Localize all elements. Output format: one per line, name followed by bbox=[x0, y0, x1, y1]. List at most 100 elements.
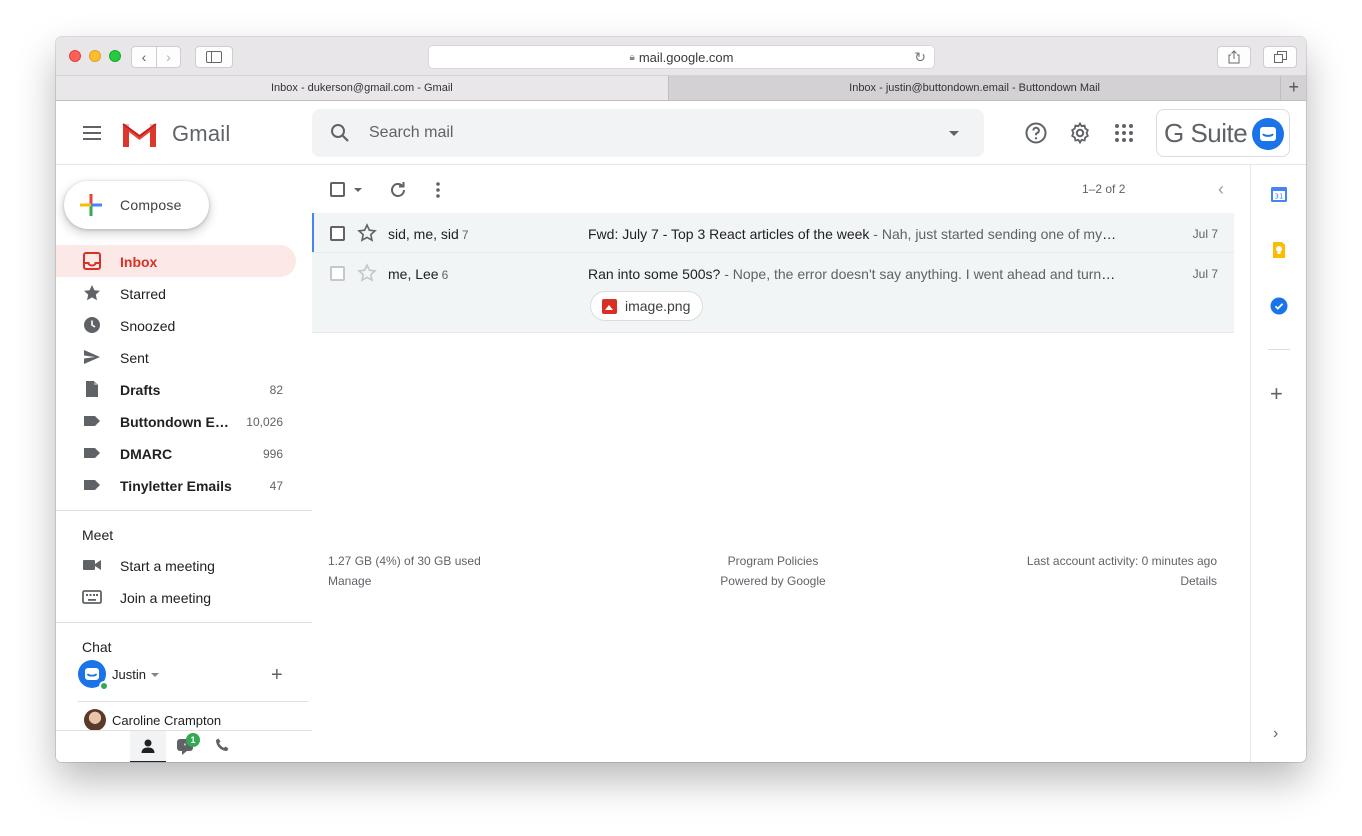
search-icon[interactable] bbox=[330, 123, 350, 143]
address-bar[interactable]: 🔒︎ mail.google.com ↻ bbox=[428, 45, 935, 69]
back-icon[interactable]: ‹ bbox=[132, 47, 156, 67]
phone-tab[interactable] bbox=[204, 731, 240, 762]
sidebar-item-snoozed[interactable]: Snoozed bbox=[56, 309, 296, 341]
keyboard-icon bbox=[82, 590, 102, 604]
sidebar-item-sent[interactable]: Sent bbox=[56, 341, 296, 373]
rail-divider bbox=[1268, 349, 1290, 350]
unread-badge: 1 bbox=[186, 733, 200, 747]
meet-section-title: Meet bbox=[82, 527, 114, 543]
tasks-icon[interactable] bbox=[1270, 297, 1288, 315]
video-camera-icon bbox=[83, 560, 101, 570]
message-list-pane: 1–2 of 2 ‹ › sid, me, sid7 Fwd: July 7 -… bbox=[312, 165, 1264, 762]
sidebar-item-label: Tinyletter Emails bbox=[120, 478, 232, 494]
select-options-chevron-down-icon[interactable] bbox=[354, 188, 362, 192]
mailbox-icon bbox=[1260, 127, 1276, 141]
sidebar-item-buttondown[interactable]: Buttondown E… 10,026 bbox=[56, 405, 296, 437]
manage-storage-link[interactable]: Manage bbox=[328, 571, 481, 591]
join-meeting-label: Join a meeting bbox=[120, 590, 212, 606]
search-bar[interactable]: Search mail bbox=[312, 109, 984, 157]
chat-contact[interactable]: Caroline Crampton bbox=[78, 701, 308, 731]
contact-name: Caroline Crampton bbox=[112, 713, 222, 728]
account-switcher[interactable]: G Suite bbox=[1156, 109, 1290, 157]
contacts-tab[interactable] bbox=[130, 731, 166, 762]
hangouts-tab-bar: " 1 bbox=[56, 730, 312, 762]
apps-grid-icon[interactable] bbox=[1112, 121, 1136, 145]
star-outline-icon[interactable] bbox=[357, 263, 377, 283]
sidebar-item-drafts[interactable]: Drafts 82 bbox=[56, 373, 296, 405]
join-meeting-item[interactable]: Join a meeting bbox=[56, 581, 296, 613]
tab-strip: Inbox - dukerson@gmail.com - Gmail Inbox… bbox=[56, 76, 1306, 101]
zoom-window-button[interactable] bbox=[109, 50, 121, 62]
help-icon[interactable] bbox=[1024, 121, 1048, 145]
sidebar-item-tinyletter[interactable]: Tinyletter Emails 47 bbox=[56, 469, 296, 501]
sidebar-item-label: Drafts bbox=[120, 382, 161, 398]
subject-text: Ran into some 500s? bbox=[588, 266, 721, 282]
storage-usage: 1.27 GB (4%) of 30 GB used bbox=[328, 554, 481, 568]
reload-icon[interactable]: ↻ bbox=[914, 49, 926, 66]
sidebar-item-inbox[interactable]: Inbox bbox=[56, 245, 296, 277]
account-avatar[interactable] bbox=[1252, 118, 1284, 150]
subject-text: Fwd: July 7 - Top 3 React articles of th… bbox=[588, 226, 870, 242]
sidebar-item-label: DMARC bbox=[120, 446, 173, 462]
new-tab-button[interactable]: + bbox=[1281, 76, 1306, 100]
message-date: Jul 7 bbox=[1192, 227, 1218, 241]
calendar-day: 31 bbox=[1275, 193, 1284, 201]
sidebar-item-starred[interactable]: Starred bbox=[56, 277, 296, 309]
compose-label: Compose bbox=[120, 197, 182, 213]
select-all-checkbox[interactable] bbox=[330, 182, 345, 197]
show-tabs-button[interactable] bbox=[1263, 46, 1297, 68]
contact-avatar bbox=[84, 709, 106, 731]
expand-panel-chevron-right-icon[interactable]: › bbox=[1273, 725, 1278, 743]
gsuite-logo: G Suite bbox=[1164, 118, 1248, 148]
label-icon bbox=[84, 416, 100, 426]
main-menu-icon[interactable] bbox=[83, 126, 101, 140]
sidebar-item-dmarc[interactable]: DMARC 996 bbox=[56, 437, 296, 469]
calendar-icon[interactable]: 31 bbox=[1270, 185, 1288, 203]
send-icon bbox=[84, 350, 100, 364]
program-policies-link[interactable]: Program Policies bbox=[708, 551, 838, 571]
sidebar-item-count: 10,026 bbox=[246, 415, 283, 429]
attachment-chip[interactable]: image.png bbox=[590, 291, 704, 321]
add-addon-plus-icon[interactable]: + bbox=[1270, 383, 1283, 405]
chevron-down-icon[interactable] bbox=[151, 673, 159, 677]
older-chevron-left-icon[interactable]: ‹ bbox=[1218, 179, 1224, 199]
tabs-overview-icon bbox=[1273, 51, 1287, 63]
browser-tab-gmail[interactable]: Inbox - dukerson@gmail.com - Gmail bbox=[56, 76, 669, 100]
more-vertical-icon[interactable] bbox=[428, 180, 448, 200]
browser-tab-buttondown[interactable]: Inbox - justin@buttondown.email - Button… bbox=[669, 76, 1282, 100]
search-input[interactable]: Search mail bbox=[369, 124, 453, 142]
star-outline-icon[interactable] bbox=[357, 223, 377, 243]
new-chat-plus-icon[interactable]: + bbox=[271, 665, 283, 685]
sidebar-item-count: 82 bbox=[269, 383, 283, 397]
row-checkbox[interactable] bbox=[330, 266, 345, 281]
gmail-logo bbox=[122, 123, 157, 147]
keep-icon[interactable] bbox=[1270, 241, 1288, 259]
minimize-window-button[interactable] bbox=[89, 50, 101, 62]
section-divider bbox=[56, 510, 312, 511]
url-text: mail.google.com bbox=[638, 49, 734, 65]
label-icon bbox=[84, 480, 100, 490]
close-window-button[interactable] bbox=[69, 50, 81, 62]
table-row[interactable]: sid, me, sid 7 Fwd: July 7 - Top 3 React … bbox=[312, 213, 1234, 253]
search-options-icon[interactable] bbox=[949, 131, 959, 136]
forward-icon[interactable]: › bbox=[155, 47, 180, 67]
last-activity-text: Last account activity: 0 minutes ago bbox=[1026, 554, 1217, 568]
share-icon bbox=[1228, 50, 1240, 64]
row-checkbox[interactable] bbox=[330, 226, 345, 241]
start-meeting-item[interactable]: Start a meeting bbox=[56, 549, 296, 581]
attachment-name: image.png bbox=[625, 298, 691, 314]
settings-gear-icon[interactable] bbox=[1068, 121, 1092, 145]
table-row[interactable]: me, Lee 6 Ran into some 500s? - Nope, the… bbox=[312, 253, 1234, 333]
sidebar-icon bbox=[206, 51, 222, 63]
sidebar-toggle-button[interactable] bbox=[195, 46, 233, 68]
compose-button[interactable]: Compose bbox=[64, 181, 209, 229]
message-date: Jul 7 bbox=[1192, 267, 1218, 281]
share-button[interactable] bbox=[1217, 46, 1251, 68]
activity-details-link[interactable]: Details bbox=[1027, 571, 1217, 591]
refresh-icon[interactable] bbox=[388, 180, 408, 200]
snippet-text: - Nah, just started sending one of my ne… bbox=[873, 226, 1118, 242]
sender-text: me, Lee bbox=[388, 266, 439, 282]
start-meeting-label: Start a meeting bbox=[120, 558, 215, 574]
label-icon bbox=[84, 448, 100, 458]
online-status-icon bbox=[99, 681, 109, 691]
